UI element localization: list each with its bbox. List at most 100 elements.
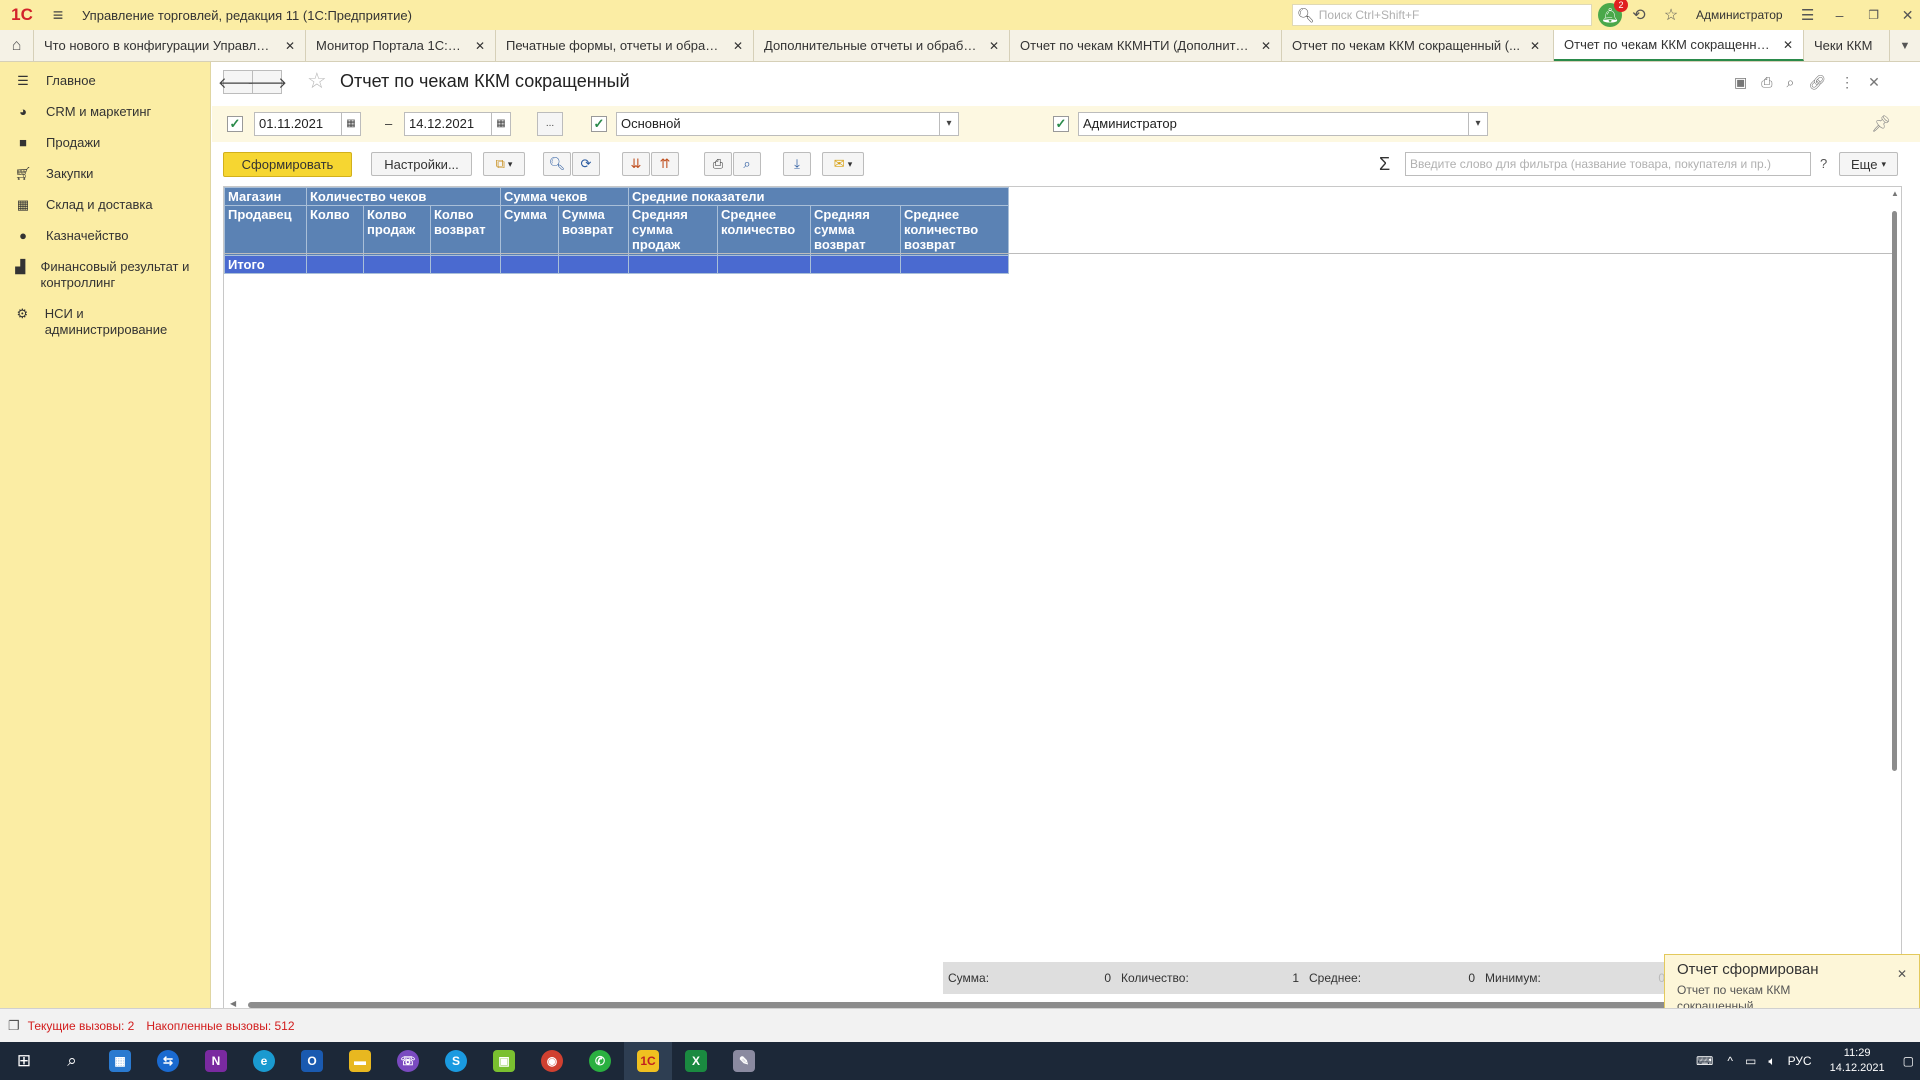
- variants-menu-button[interactable]: ⧉ ▾: [483, 152, 525, 176]
- clock[interactable]: 11:29 14.12.2021: [1830, 1046, 1885, 1076]
- sum-icon[interactable]: Σ: [1379, 154, 1390, 175]
- file-explorer-icon[interactable]: ▬: [336, 1042, 384, 1080]
- close-tab-icon[interactable]: ✕: [1783, 38, 1793, 52]
- tab-additional-reports[interactable]: Дополнительные отчеты и обработки ✕: [754, 30, 1010, 61]
- report-filter-input[interactable]: Введите слово для фильтра (название това…: [1405, 152, 1811, 176]
- 1c-app-icon[interactable]: 1С: [624, 1042, 672, 1080]
- print-preview-button[interactable]: ⌕: [733, 152, 761, 176]
- user-field[interactable]: Администратор: [1078, 112, 1469, 136]
- outlook-icon[interactable]: O: [288, 1042, 336, 1080]
- skype-icon[interactable]: S: [432, 1042, 480, 1080]
- keyboard-icon[interactable]: ⌨: [1696, 1054, 1713, 1068]
- user-checkbox[interactable]: ✓: [1053, 116, 1069, 132]
- period-select-button[interactable]: ...: [537, 112, 563, 136]
- accumulated-calls[interactable]: Накопленные вызовы: 512: [146, 1019, 294, 1033]
- tab-kkm-receipts[interactable]: Чеки ККМ: [1804, 30, 1890, 61]
- tab-kkmnti-report[interactable]: Отчет по чекам ККМНТИ (Дополните... ✕: [1010, 30, 1282, 61]
- network-icon[interactable]: ▭: [1745, 1054, 1756, 1068]
- whatsapp-icon[interactable]: ✆: [576, 1042, 624, 1080]
- tab-kkm-short-report-ext[interactable]: Отчет по чекам ККМ сокращенный (... ✕: [1282, 30, 1554, 61]
- user-dropdown-icon[interactable]: ▾: [1468, 112, 1488, 136]
- main-menu-button[interactable]: ≡: [44, 5, 72, 26]
- sidebar-item-finance[interactable]: ▟ Финансовый результат и контроллинг: [0, 259, 210, 291]
- sidebar-item-purchases[interactable]: 🛒︎ Закупки: [0, 166, 210, 182]
- windows-icon[interactable]: ❐: [8, 1018, 20, 1034]
- minimize-icon[interactable]: –: [1823, 7, 1857, 23]
- forward-button[interactable]: 🡒: [247, 70, 287, 94]
- user-name[interactable]: Администратор: [1696, 8, 1783, 22]
- help-icon[interactable]: ?: [1820, 156, 1827, 171]
- print-icon[interactable]: ⎙: [1761, 74, 1772, 91]
- collapse-groups-button[interactable]: ⇈: [651, 152, 679, 176]
- variant-dropdown-icon[interactable]: ▾: [939, 112, 959, 136]
- start-icon[interactable]: ⊞: [0, 1042, 48, 1080]
- edge-icon[interactable]: e: [240, 1042, 288, 1080]
- more-menu-button[interactable]: Еще ▾: [1839, 152, 1898, 176]
- preview-icon[interactable]: ⌕: [1786, 74, 1794, 91]
- close-tab-icon[interactable]: ✕: [475, 39, 485, 53]
- sidebar-item-treasury[interactable]: ● Казначейство: [0, 228, 210, 244]
- search-report-button[interactable]: 🔍︎: [543, 152, 571, 176]
- viber-icon[interactable]: ☏: [384, 1042, 432, 1080]
- favorite-star-icon[interactable]: ☆: [307, 68, 327, 94]
- variant-field[interactable]: Основной: [616, 112, 940, 136]
- save-icon[interactable]: ▣: [1734, 74, 1747, 91]
- android-app-icon[interactable]: ▣: [480, 1042, 528, 1080]
- close-tab-icon[interactable]: ✕: [1530, 39, 1540, 53]
- calendar-to-icon[interactable]: ▦: [491, 112, 511, 136]
- send-email-button[interactable]: ✉ ▾: [822, 152, 864, 176]
- favorites-star-icon[interactable]: ☆: [1656, 5, 1686, 25]
- vertical-scroll-thumb[interactable]: [1892, 211, 1897, 771]
- teamviewer-icon[interactable]: ⇆: [144, 1042, 192, 1080]
- vertical-scrollbar[interactable]: ▲ ▼: [1889, 189, 1899, 989]
- save-file-button[interactable]: ⤓: [783, 152, 811, 176]
- calendar-app-icon[interactable]: ▦: [96, 1042, 144, 1080]
- home-icon[interactable]: ⌂: [0, 30, 34, 61]
- tab-its-portal[interactable]: Монитор Портала 1С:ИТС ✕: [306, 30, 496, 61]
- expand-groups-button[interactable]: ⇊: [622, 152, 650, 176]
- restore-icon[interactable]: ❐: [1857, 8, 1891, 22]
- tab-print-forms[interactable]: Печатные формы, отчеты и обработки ✕: [496, 30, 754, 61]
- chrome-icon[interactable]: ◉: [528, 1042, 576, 1080]
- close-form-icon[interactable]: ✕: [1868, 74, 1880, 91]
- close-window-icon[interactable]: ✕: [1891, 7, 1920, 24]
- link-icon[interactable]: 🔗︎: [1808, 74, 1826, 91]
- notifications-icon[interactable]: 🔔︎ 2: [1598, 0, 1628, 27]
- search-next-button[interactable]: ⟳: [572, 152, 600, 176]
- tab-kkm-short-report[interactable]: Отчет по чекам ККМ сокращенный ✕: [1554, 30, 1804, 61]
- pin-icon[interactable]: 📌︎: [1871, 114, 1891, 134]
- tray-overflow-icon[interactable]: ^: [1727, 1054, 1733, 1068]
- date-to-field[interactable]: 14.12.2021: [404, 112, 492, 136]
- sidebar-item-crm[interactable]: ◕ CRM и маркетинг: [0, 104, 210, 120]
- period-checkbox[interactable]: ✓: [227, 116, 243, 132]
- close-tab-icon[interactable]: ✕: [733, 39, 743, 53]
- excel-icon[interactable]: X: [672, 1042, 720, 1080]
- volume-icon[interactable]: 🔈︎: [1768, 1054, 1775, 1069]
- global-search-input[interactable]: 🔍︎ Поиск Ctrl+Shift+F: [1292, 4, 1592, 26]
- date-from-field[interactable]: 01.11.2021: [254, 112, 342, 136]
- settings-button[interactable]: Настройки...: [371, 152, 472, 176]
- sidebar-item-admin[interactable]: ⚙ НСИ и администрирование: [0, 306, 210, 338]
- current-calls[interactable]: Текущие вызовы: 2: [28, 1019, 135, 1033]
- search-taskbar-icon[interactable]: ⌕: [48, 1042, 96, 1080]
- sidebar-item-warehouse[interactable]: ▦ Склад и доставка: [0, 197, 210, 213]
- tab-whats-new[interactable]: Что нового в конфигурации Управлен... ✕: [34, 30, 306, 61]
- close-tab-icon[interactable]: ✕: [285, 39, 295, 53]
- scroll-up-icon[interactable]: ▲: [1891, 189, 1899, 198]
- action-center-icon[interactable]: ▢: [1903, 1054, 1914, 1068]
- onenote-icon[interactable]: N: [192, 1042, 240, 1080]
- language-indicator[interactable]: РУС: [1788, 1054, 1812, 1068]
- sidebar-item-main[interactable]: ☰ Главное: [0, 73, 210, 89]
- more-vert-icon[interactable]: ⋮: [1840, 74, 1854, 91]
- print-button[interactable]: ⎙: [704, 152, 732, 176]
- tabs-overflow-icon[interactable]: ▼: [1890, 30, 1920, 61]
- paint-icon[interactable]: ✎: [720, 1042, 768, 1080]
- settings-menu-icon[interactable]: ☰: [1793, 6, 1823, 24]
- generate-button[interactable]: Сформировать: [223, 152, 352, 177]
- total-row[interactable]: Итого: [224, 255, 1009, 274]
- calendar-from-icon[interactable]: ▦: [341, 112, 361, 136]
- scroll-left-icon[interactable]: ◀: [230, 999, 236, 1008]
- close-toast-icon[interactable]: ✕: [1897, 967, 1907, 981]
- sidebar-item-sales[interactable]: ■ Продажи: [0, 135, 210, 151]
- close-tab-icon[interactable]: ✕: [989, 39, 999, 53]
